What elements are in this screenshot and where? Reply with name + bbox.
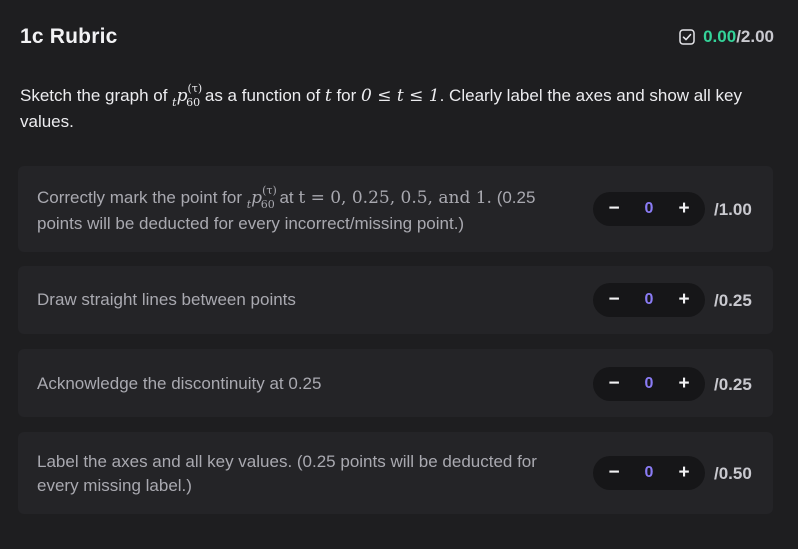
score-value[interactable]: 0 <box>645 291 654 309</box>
max-points: /1.00 <box>714 200 752 219</box>
rubric-item-description: Label the axes and all key values. (0.25… <box>37 452 537 495</box>
score-summary: 0.00/2.00 <box>679 27 774 47</box>
rubric-item: Draw straight lines between points − 0 +… <box>18 266 773 334</box>
increment-button[interactable]: + <box>677 462 691 484</box>
decrement-button[interactable]: − <box>607 198 621 220</box>
increment-button[interactable]: + <box>677 373 691 395</box>
rubric-header: 1c Rubric 0.00/2.00 <box>20 22 774 52</box>
rubric-item: Correctly mark the point for tp(τ)60 at … <box>18 166 773 252</box>
rubric-title: 1c Rubric <box>20 25 118 48</box>
item-math-symbol: tp(τ)60 <box>246 184 277 211</box>
rubric-item-description: Draw straight lines between points <box>37 290 296 309</box>
question-var-t: t <box>324 86 332 106</box>
rubric-item: Acknowledge the discontinuity at 0.25 − … <box>18 349 773 417</box>
max-points: /0.50 <box>714 464 752 483</box>
decrement-button[interactable]: − <box>607 373 621 395</box>
question-middle: as a function of <box>200 86 325 105</box>
question-for: for <box>331 86 362 105</box>
rubric-item-description: Correctly mark the point for tp(τ)60 at … <box>37 184 536 233</box>
score-current: 0.00 <box>703 27 737 46</box>
score-value[interactable]: 0 <box>645 200 654 218</box>
question-prompt: Sketch the graph of tp(τ)60 as a functio… <box>20 82 760 134</box>
rubric-item: Label the axes and all key values. (0.25… <box>18 432 773 514</box>
rubric-item-description: Acknowledge the discontinuity at 0.25 <box>37 374 322 393</box>
decrement-button[interactable]: − <box>607 289 621 311</box>
question-range: 0 ≤ t ≤ 1 <box>361 86 440 106</box>
score-total: /2.00 <box>736 27 774 46</box>
score-value[interactable]: 0 <box>645 464 654 482</box>
score-stepper: − 0 + <box>593 192 705 226</box>
question-prefix: Sketch the graph of <box>20 86 173 105</box>
score-value[interactable]: 0 <box>645 375 654 393</box>
increment-button[interactable]: + <box>677 289 691 311</box>
max-points: /0.25 <box>714 291 752 310</box>
increment-button[interactable]: + <box>677 198 691 220</box>
score-stepper: − 0 + <box>593 283 705 317</box>
score-stepper: − 0 + <box>593 456 705 490</box>
check-square-icon <box>679 29 695 45</box>
decrement-button[interactable]: − <box>607 462 621 484</box>
rubric-panel: 1c Rubric 0.00/2.00 Sketch the graph of … <box>0 0 798 549</box>
max-points: /0.25 <box>714 375 752 394</box>
item-math-eq: t = 0, 0.25, 0.5, and 1. <box>298 188 492 208</box>
score-stepper: − 0 + <box>593 367 705 401</box>
question-math-symbol: tp(τ)60 <box>172 82 203 109</box>
